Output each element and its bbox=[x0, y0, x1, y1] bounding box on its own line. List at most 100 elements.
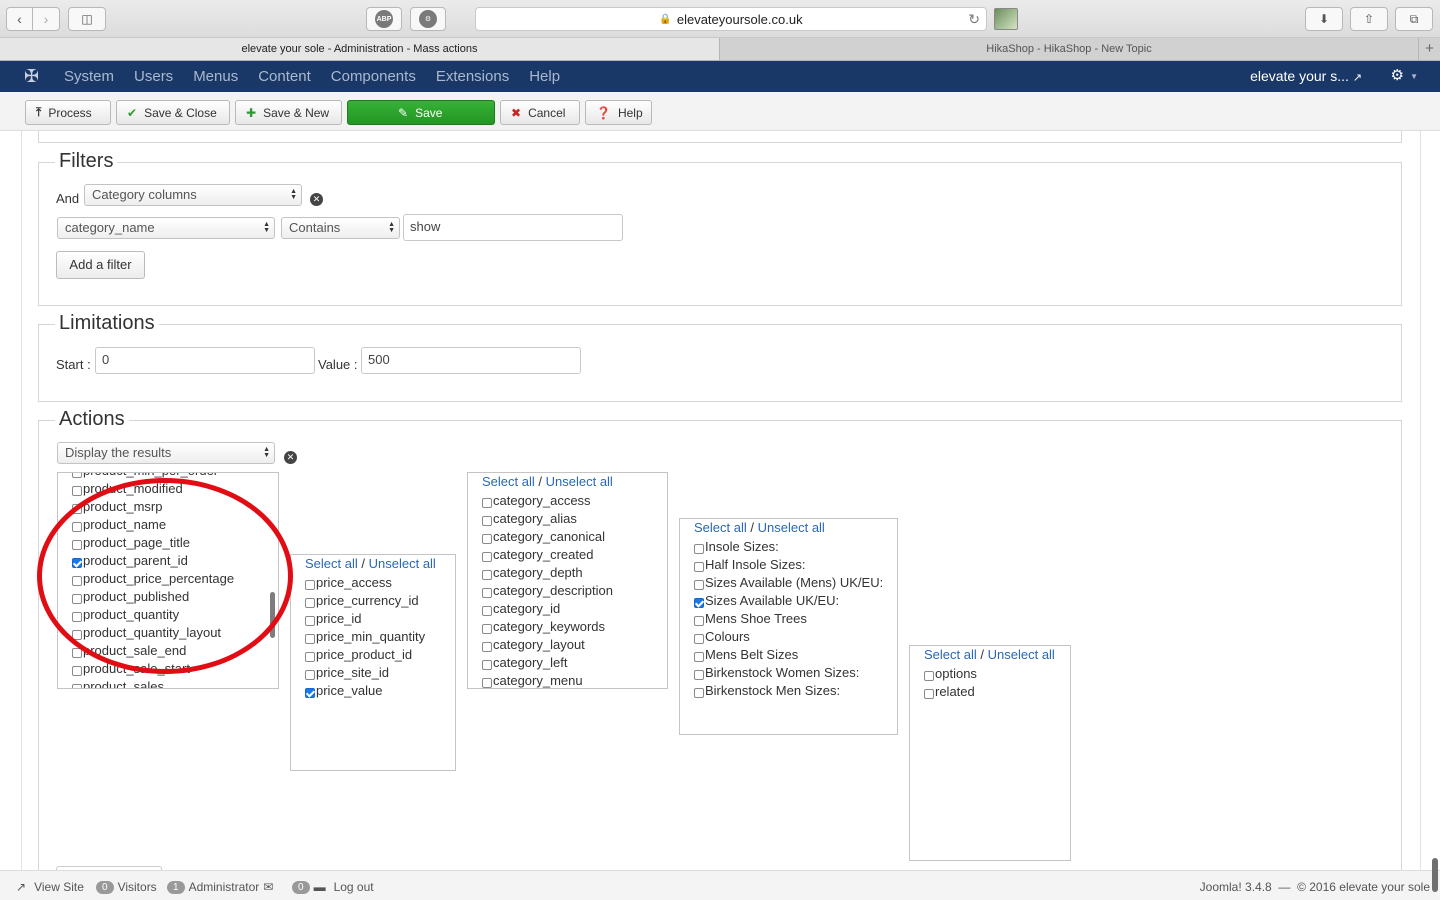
checkbox[interactable] bbox=[72, 473, 82, 478]
list-item[interactable]: Insole Sizes: bbox=[694, 537, 779, 555]
action-type-select[interactable]: Display the results ▲ ▼ bbox=[57, 442, 275, 464]
checkbox[interactable] bbox=[694, 579, 704, 590]
product-columns-list[interactable]: product_min_per_order product_modified p… bbox=[57, 472, 279, 689]
checkbox-checked[interactable] bbox=[694, 597, 704, 608]
list-item[interactable]: product_sale_end bbox=[72, 641, 186, 659]
characteristics-list[interactable]: Select all / Unselect all Insole Sizes: … bbox=[679, 518, 898, 735]
list-item[interactable]: product_parent_id bbox=[72, 551, 188, 569]
gear-icon[interactable]: ⚙ bbox=[1391, 66, 1404, 84]
checkbox[interactable] bbox=[482, 641, 492, 652]
checkbox[interactable] bbox=[72, 611, 82, 622]
tabs-overview-button[interactable]: ⧉ bbox=[1395, 7, 1433, 31]
extension-button[interactable]: ⚙ bbox=[410, 7, 446, 31]
filter-value-input[interactable]: show bbox=[403, 214, 623, 241]
visitors-indicator[interactable]: 0 Visitors bbox=[96, 880, 157, 894]
checkbox[interactable] bbox=[305, 669, 315, 680]
menu-menus[interactable]: Menus bbox=[193, 68, 238, 85]
checkbox[interactable] bbox=[305, 651, 315, 662]
menu-components[interactable]: Components bbox=[331, 68, 416, 85]
checkbox[interactable] bbox=[694, 669, 704, 680]
checkbox[interactable] bbox=[694, 561, 704, 572]
checkbox[interactable] bbox=[305, 579, 315, 590]
price-columns-list[interactable]: Select all / Unselect all price_access p… bbox=[290, 554, 456, 771]
list-item[interactable]: product_published bbox=[72, 587, 189, 605]
checkbox[interactable] bbox=[482, 677, 492, 688]
forward-button[interactable]: › bbox=[33, 7, 60, 31]
checkbox[interactable] bbox=[72, 593, 82, 604]
list-item[interactable]: product_price_percentage bbox=[72, 569, 234, 587]
checkbox[interactable] bbox=[694, 633, 704, 644]
address-bar[interactable]: 🔒 elevateyoursole.co.uk ↻ bbox=[475, 7, 987, 31]
list-item[interactable]: product_modified bbox=[72, 479, 183, 497]
back-button[interactable]: ‹ bbox=[6, 7, 33, 31]
list-item[interactable]: Sizes Available UK/EU: bbox=[694, 591, 839, 609]
list-item[interactable]: price_access bbox=[305, 573, 392, 591]
view-site-link[interactable]: ↗ View Site bbox=[16, 880, 84, 894]
process-button[interactable]: ⤒ Process bbox=[25, 100, 111, 125]
checkbox[interactable] bbox=[482, 659, 492, 670]
menu-extensions[interactable]: Extensions bbox=[436, 68, 509, 85]
help-button[interactable]: ❓ Help bbox=[585, 100, 652, 125]
page-scrollbar[interactable] bbox=[1432, 858, 1438, 892]
checkbox[interactable] bbox=[72, 539, 82, 550]
menu-content[interactable]: Content bbox=[258, 68, 311, 85]
sidebar-button[interactable]: ◫ bbox=[68, 7, 106, 31]
list-item[interactable]: related bbox=[924, 682, 975, 700]
checkbox[interactable] bbox=[72, 485, 82, 496]
checkbox[interactable] bbox=[72, 629, 82, 640]
list-item[interactable]: price_site_id bbox=[305, 663, 389, 681]
checkbox-checked[interactable] bbox=[305, 687, 315, 698]
checkbox[interactable] bbox=[72, 575, 82, 586]
menu-system[interactable]: System bbox=[64, 68, 114, 85]
remove-filter-icon[interactable]: ✕ bbox=[310, 193, 323, 206]
checkbox[interactable] bbox=[694, 543, 704, 554]
checkbox[interactable] bbox=[72, 683, 82, 688]
list-item[interactable]: price_min_quantity bbox=[305, 627, 425, 645]
list-item[interactable]: category_canonical bbox=[482, 527, 605, 545]
list-item[interactable]: product_quantity_layout bbox=[72, 623, 221, 641]
checkbox[interactable] bbox=[482, 605, 492, 616]
checkbox[interactable] bbox=[694, 651, 704, 662]
related-list[interactable]: Select all / Unselect all options relate… bbox=[909, 645, 1071, 861]
checkbox[interactable] bbox=[694, 687, 704, 698]
menu-help[interactable]: Help bbox=[529, 68, 560, 85]
list-item[interactable]: product_sales bbox=[72, 677, 164, 688]
checkbox[interactable] bbox=[72, 521, 82, 532]
tab-mass-actions[interactable]: elevate your sole - Administration - Mas… bbox=[0, 38, 720, 60]
checkbox[interactable] bbox=[924, 688, 934, 699]
reload-icon[interactable]: ↻ bbox=[968, 11, 980, 28]
list-item[interactable]: category_menu bbox=[482, 671, 583, 688]
list-item[interactable]: product_name bbox=[72, 515, 166, 533]
checkbox[interactable] bbox=[482, 623, 492, 634]
filter-column-select[interactable]: category_name ▲ ▼ bbox=[57, 217, 275, 239]
select-all-link[interactable]: Select all bbox=[305, 556, 358, 571]
list-item[interactable]: options bbox=[924, 664, 977, 682]
unselect-all-link[interactable]: Unselect all bbox=[546, 474, 613, 489]
value-input[interactable]: 500 bbox=[361, 347, 581, 374]
extension-image-icon[interactable] bbox=[994, 8, 1018, 30]
list-item[interactable]: product_sale_start bbox=[72, 659, 190, 677]
add-filter-button[interactable]: Add a filter bbox=[56, 251, 145, 279]
checkbox[interactable] bbox=[694, 615, 704, 626]
checkbox[interactable] bbox=[482, 587, 492, 598]
list-item[interactable]: price_product_id bbox=[305, 645, 412, 663]
list-item[interactable]: category_left bbox=[482, 653, 567, 671]
list-item[interactable]: price_id bbox=[305, 609, 362, 627]
unselect-all-link[interactable]: Unselect all bbox=[988, 647, 1055, 662]
checkbox[interactable] bbox=[482, 533, 492, 544]
list-item[interactable]: product_page_title bbox=[72, 533, 190, 551]
list-item[interactable]: product_min_per_order bbox=[72, 473, 218, 479]
list-item[interactable]: category_description bbox=[482, 581, 613, 599]
list-item[interactable]: Half Insole Sizes: bbox=[694, 555, 805, 573]
checkbox[interactable] bbox=[482, 515, 492, 526]
downloads-button[interactable]: ⬇ bbox=[1305, 7, 1343, 31]
list-item[interactable]: category_created bbox=[482, 545, 593, 563]
checkbox[interactable] bbox=[482, 497, 492, 508]
list-item[interactable]: price_currency_id bbox=[305, 591, 419, 609]
save-new-button[interactable]: ✚ Save & New bbox=[235, 100, 342, 125]
logout-link[interactable]: Log out bbox=[334, 880, 374, 894]
list-item[interactable]: Birkenstock Women Sizes: bbox=[694, 663, 859, 681]
list-item[interactable]: product_quantity bbox=[72, 605, 179, 623]
messages-indicator[interactable]: 0 ▬ Log out bbox=[292, 880, 374, 894]
checkbox[interactable] bbox=[72, 647, 82, 658]
